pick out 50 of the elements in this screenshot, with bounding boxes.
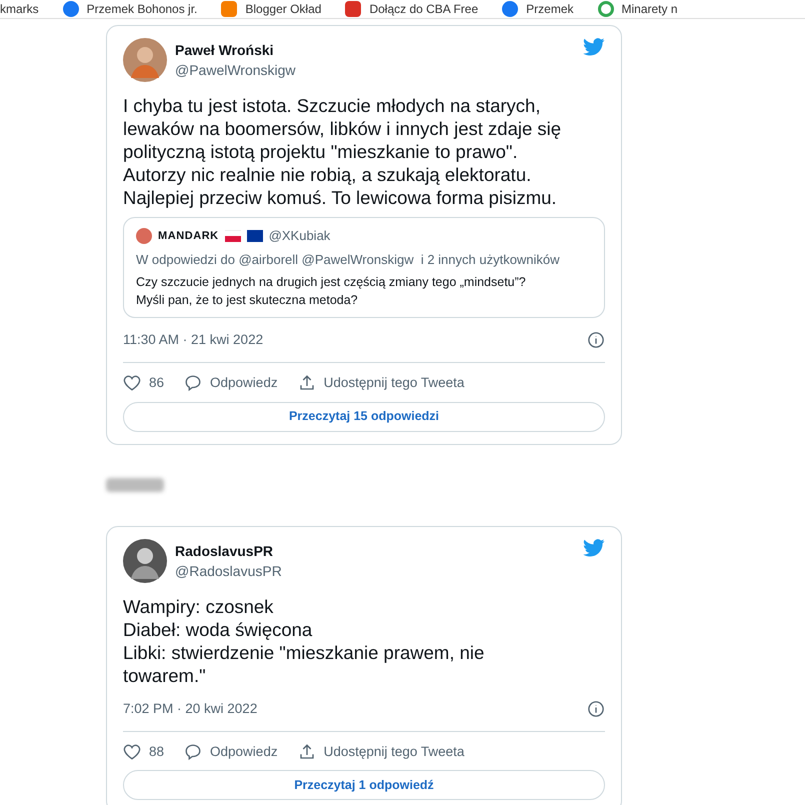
bookmark-link[interactable]: Blogger Okład	[245, 0, 322, 18]
facebook-icon	[502, 1, 518, 17]
tweet-timestamp[interactable]: 7:02 PM · 20 kwi 2022	[123, 698, 258, 719]
eu-flag-icon	[246, 230, 263, 242]
bookmark-icon	[345, 1, 362, 17]
tweet-timestamp[interactable]: 11:30 AM · 21 kwi 2022	[123, 330, 264, 350]
reply-link[interactable]: Odpowiedz	[210, 373, 278, 394]
quote-avatar-icon	[136, 228, 152, 244]
like-count[interactable]: 86	[149, 373, 164, 394]
quote-author-handle: @XKubiak	[268, 227, 330, 245]
reply-icon[interactable]	[184, 742, 202, 761]
reply-icon[interactable]	[184, 374, 202, 392]
quote-author-name: MANDARK	[158, 228, 219, 244]
bookmark-link[interactable]: Minarety n	[622, 0, 678, 18]
poland-flag-icon	[224, 230, 241, 242]
bookmark-link[interactable]: kmarks	[0, 0, 39, 18]
avatar-icon	[123, 38, 167, 82]
share-icon[interactable]	[298, 742, 316, 761]
author-name[interactable]: Paweł Wroński	[175, 40, 575, 60]
tweet-text: I chyba tu jest istota. Szczucie młodych na starych, lewaków na boomersów, libków i innych jest zdaje się polityczną istotą projektu "mieszkanie to prawo". Autorzy nic realnie nie robią, a szukają elektoratu. Najlepiej przeciw komuś. To lewicowa forma pisizmu.	[123, 94, 562, 209]
author-handle[interactable]: @RadoslavusPR	[175, 560, 575, 580]
tweet-text: Wampiry: czosnek	[123, 594, 274, 618]
info-icon[interactable]	[587, 700, 605, 718]
bookmark-link[interactable]: Dołącz do CBA Free	[369, 0, 478, 18]
share-icon[interactable]	[298, 374, 316, 392]
bookmark-link[interactable]: Przemek	[526, 0, 574, 18]
share-link[interactable]: Udostępnij tego Tweeta	[324, 742, 464, 762]
read-replies-button[interactable]: Przeczytaj 1 odpowiedź	[123, 770, 605, 800]
info-icon[interactable]	[587, 331, 605, 350]
read-replies-button[interactable]: Przeczytaj 15 odpowiedzi	[123, 402, 605, 432]
bird-icon	[583, 38, 605, 56]
quoted-tweet[interactable]: MANDARK @XKubiak W odpowiedzi do @airborell @PawelWronskigw i 2 innych użytkowników Czy szczucie jednych na drugich jest częścią zmiany tego „mindsetu”? Myśli pan, że to jest skuteczna metoda?	[123, 217, 605, 318]
author-handle[interactable]: @PawelWronskigw	[175, 60, 575, 80]
author-name[interactable]: RadoslavusPR	[175, 540, 575, 560]
quote-text: Czy szczucie jednych na drugich jest częścią zmiany tego „mindsetu”? Myśli pan, że to jest skuteczna metoda?	[136, 274, 527, 309]
bird-icon	[583, 538, 605, 556]
bookmark-link[interactable]: Przemek Bohonos jr.	[86, 0, 198, 18]
reply-context: W odpowiedzi do @airborell @PawelWronskigw i 2 innych użytkowników	[136, 250, 561, 269]
reply-link[interactable]: Odpowiedz	[210, 742, 278, 762]
heart-icon[interactable]	[123, 374, 141, 392]
avatar-icon	[123, 538, 167, 582]
like-count[interactable]: 88	[149, 742, 164, 762]
google-icon	[598, 1, 614, 17]
share-link[interactable]: Udostępnij tego Tweeta	[324, 373, 464, 394]
tweet-text: Diabeł: woda święcona	[123, 618, 314, 640]
heart-icon[interactable]	[123, 742, 141, 761]
blurred-caption	[106, 478, 164, 492]
blogger-icon	[221, 1, 238, 17]
facebook-icon	[62, 1, 79, 17]
tweet-text: Libki: stwierdzenie "mieszkanie prawem, nie towarem."	[123, 640, 486, 686]
